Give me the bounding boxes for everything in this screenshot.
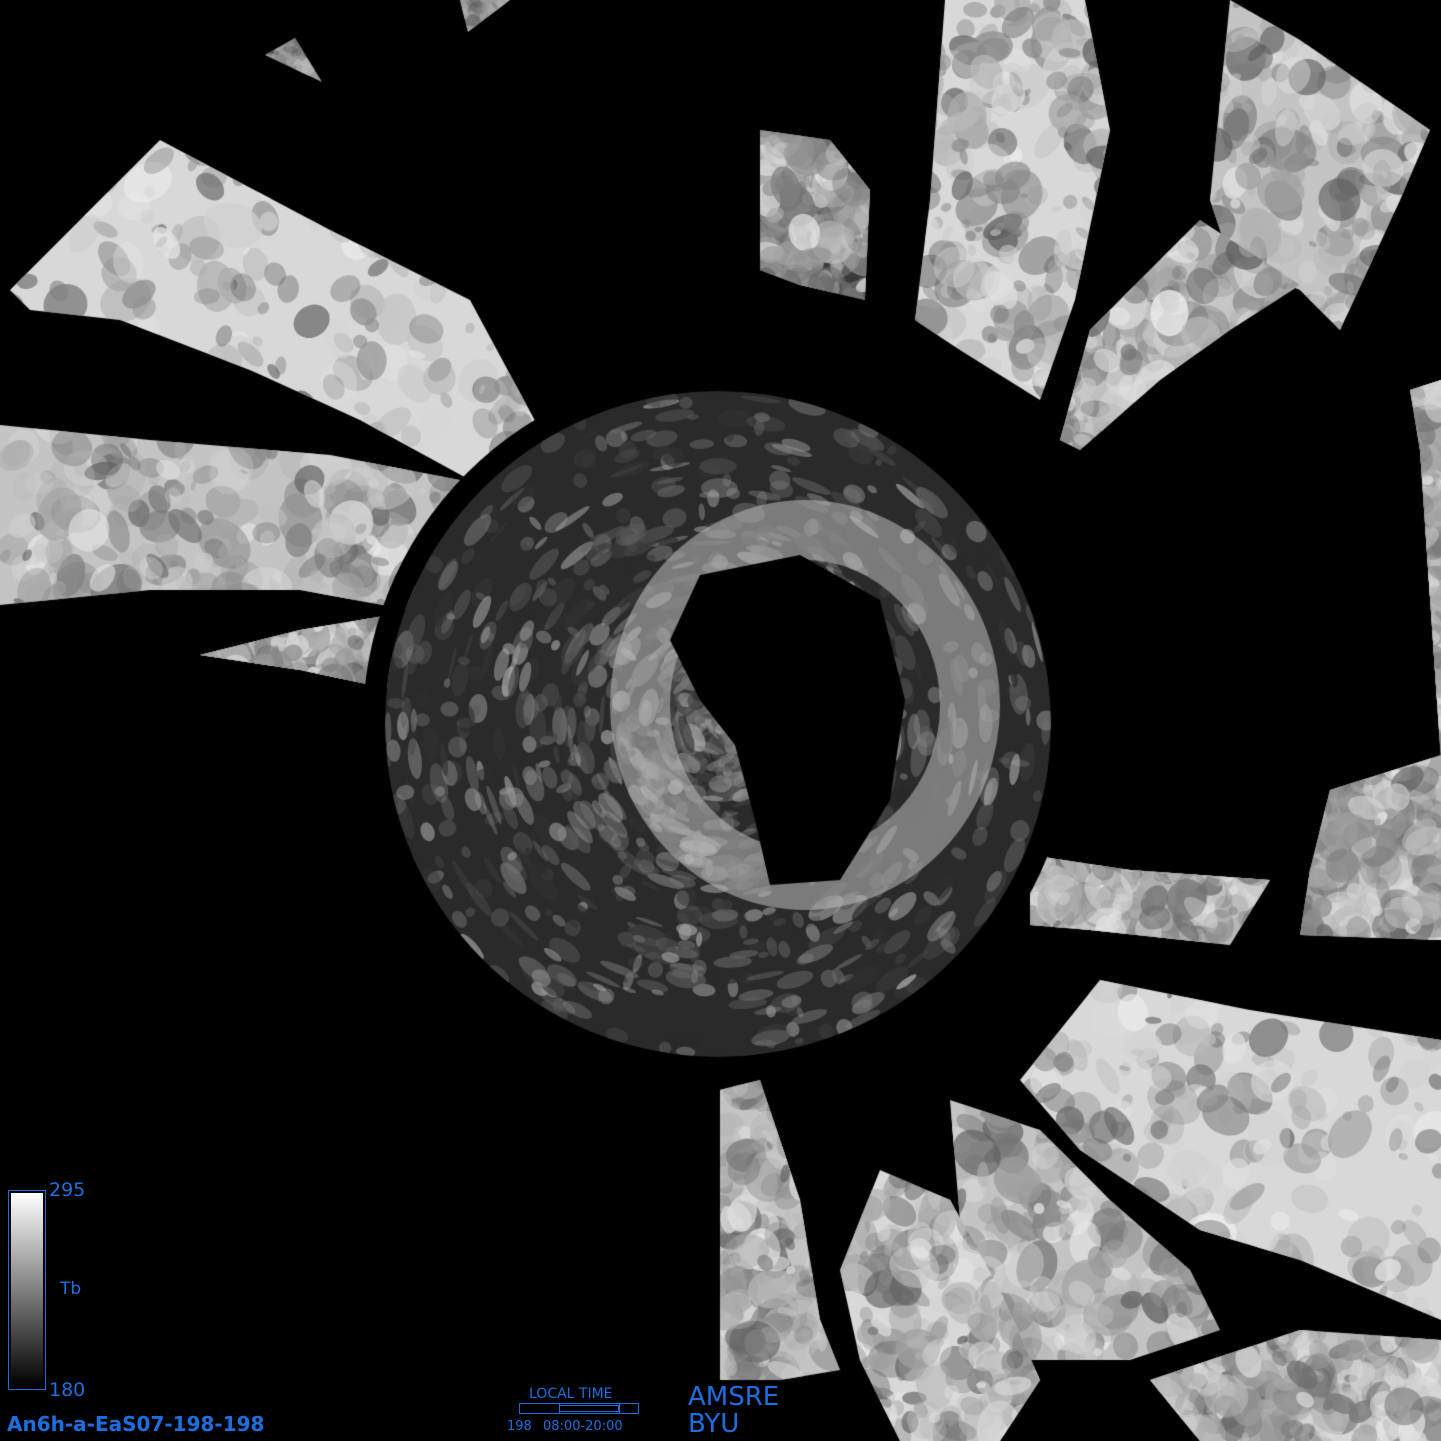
colorbar-gradient: [11, 1193, 43, 1387]
local-time-bar-tick-end: [619, 1404, 620, 1413]
colorbar: [8, 1190, 46, 1390]
colorbar-variable-label: Tb: [60, 1279, 82, 1299]
local-time-bar: [519, 1403, 639, 1414]
sensor-label: AMSRE: [688, 1382, 780, 1412]
local-time-day: 198: [507, 1419, 532, 1434]
colorbar-min-label: 180: [49, 1379, 86, 1401]
brightness-temperature-map: [0, 0, 1441, 1441]
local-time-bar-selection: [559, 1405, 619, 1412]
organization-label: BYU: [688, 1409, 740, 1439]
colorbar-max-label: 295: [49, 1179, 86, 1201]
local-time-range: 08:00-20:00: [543, 1419, 623, 1434]
local-time-title: LOCAL TIME: [529, 1386, 613, 1402]
file-id-label: An6h-a-EaS07-198-198: [7, 1412, 265, 1436]
